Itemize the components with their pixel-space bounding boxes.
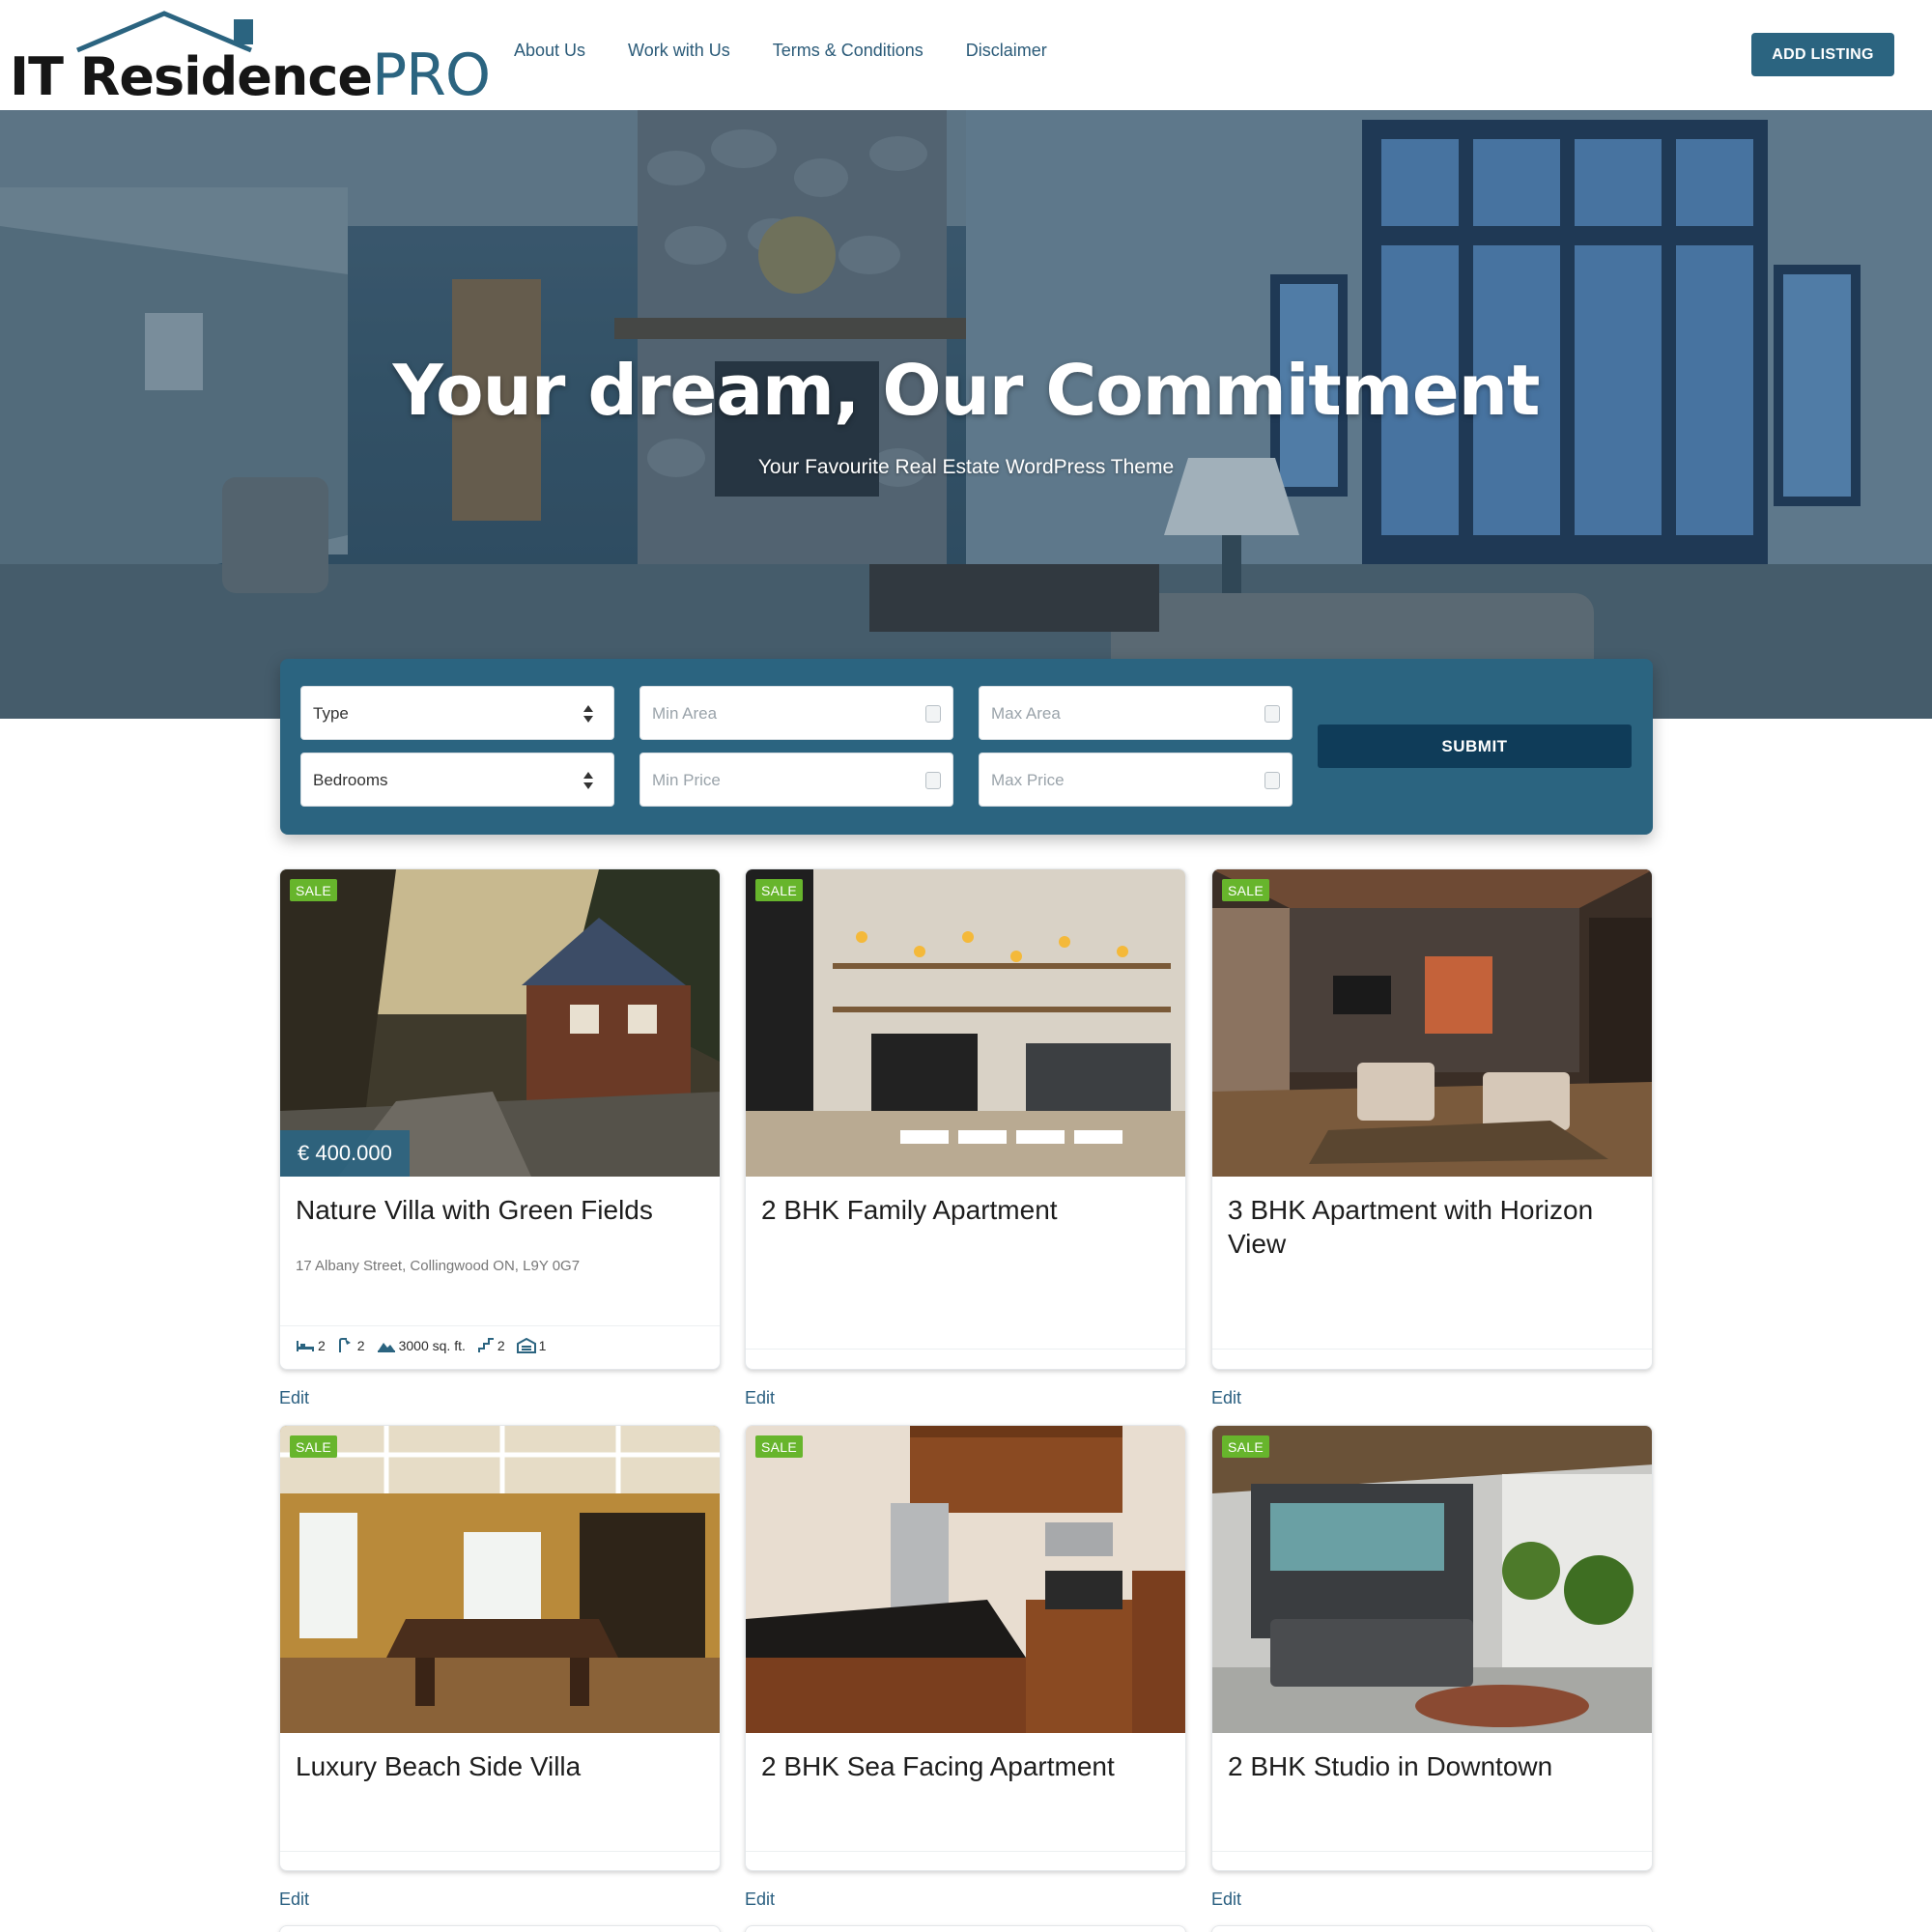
select-arrows-icon [583, 772, 593, 789]
edit-link[interactable]: Edit [279, 1388, 309, 1408]
listing-title[interactable]: 2 BHK Studio in Downtown [1228, 1749, 1638, 1783]
sale-badge: SALE [755, 1435, 803, 1458]
listing-address: 17 Albany Street, Collingwood ON, L9Y 0G… [296, 1258, 581, 1274]
min-area-input[interactable]: Min Area [639, 686, 953, 740]
nav-work-with-us[interactable]: Work with Us [628, 41, 730, 61]
shower-icon [338, 1338, 351, 1352]
billiard-room-photo-image [280, 1426, 720, 1733]
edit-link[interactable]: Edit [279, 1889, 309, 1910]
living-room-photo-image [1212, 869, 1652, 1177]
bedrooms-select-value: Bedrooms [313, 771, 388, 789]
nav-terms-conditions[interactable]: Terms & Conditions [773, 41, 923, 61]
listing-image[interactable]: SALE € 400.000 [280, 869, 720, 1177]
listing-meta: 2 2 3000 sq. ft. 2 1 [296, 1338, 546, 1353]
garage-meta: 1 [516, 1338, 547, 1353]
floors-meta: 2 [477, 1338, 505, 1353]
site-logo[interactable]: IT ResidencePRO [10, 8, 491, 107]
edit-link[interactable]: Edit [745, 1388, 775, 1408]
listing-card[interactable]: SALE 3 BHK Apartment with Horizon View [1211, 868, 1653, 1370]
stairs-icon [477, 1338, 494, 1352]
min-area-placeholder: Min Area [652, 704, 718, 723]
select-arrows-icon [583, 705, 593, 723]
bathrooms-meta: 2 [337, 1338, 365, 1353]
floors-count: 2 [497, 1338, 505, 1353]
listing-image[interactable]: SALE [1212, 869, 1652, 1177]
listing-card[interactable] [279, 1925, 721, 1932]
number-spinner-icon[interactable] [925, 705, 941, 723]
sale-badge: SALE [290, 879, 337, 901]
sale-badge: SALE [1222, 879, 1269, 901]
listing-image[interactable]: SALE [1212, 1426, 1652, 1733]
listing-title[interactable]: Nature Villa with Green Fields [296, 1193, 706, 1227]
bedrooms-count: 2 [318, 1338, 326, 1353]
number-spinner-icon[interactable] [1264, 772, 1280, 789]
listing-price: € 400.000 [280, 1130, 410, 1177]
area-meta: 3000 sq. ft. [377, 1338, 466, 1353]
property-search-form: Type Bedrooms Min Area Min Price Max Are… [280, 659, 1653, 835]
sale-badge: SALE [290, 1435, 337, 1458]
logo-text-it: IT [10, 46, 80, 107]
listing-title[interactable]: 2 BHK Family Apartment [761, 1193, 1172, 1227]
edit-link[interactable]: Edit [745, 1889, 775, 1910]
area-value: 3000 sq. ft. [398, 1338, 466, 1353]
listing-card[interactable] [745, 1925, 1186, 1932]
sale-badge: SALE [1222, 1435, 1269, 1458]
max-price-input[interactable]: Max Price [979, 753, 1293, 807]
listing-card[interactable]: SALE € 400.000 Nature Villa with Green F… [279, 868, 721, 1370]
listing-image[interactable]: SALE [746, 869, 1185, 1177]
number-spinner-icon[interactable] [1264, 705, 1280, 723]
listing-card[interactable] [1211, 1925, 1653, 1932]
site-header: IT ResidencePRO About Us Work with Us Te… [0, 0, 1932, 110]
bed-icon [297, 1341, 314, 1351]
submit-button[interactable]: SUBMIT [1318, 724, 1632, 768]
listing-card[interactable]: SALE 2 BHK Family Apartment [745, 868, 1186, 1370]
hero-banner: Your dream, Our Commitment Your Favourit… [0, 110, 1932, 719]
max-area-input[interactable]: Max Area [979, 686, 1293, 740]
kitchen-photo-image [746, 1426, 1185, 1733]
logo-text-pro: PRO [371, 42, 491, 109]
area-icon [377, 1343, 395, 1352]
nav-disclaimer[interactable]: Disclaimer [966, 41, 1047, 61]
garage-icon [516, 1338, 536, 1353]
listing-card[interactable]: SALE 2 BHK Sea Facing Apartment [745, 1425, 1186, 1871]
listing-title[interactable]: 3 BHK Apartment with Horizon View [1228, 1193, 1638, 1261]
listing-title[interactable]: Luxury Beach Side Villa [296, 1749, 706, 1783]
hero-title: Your dream, Our Commitment [392, 350, 1541, 431]
garage-count: 1 [538, 1338, 547, 1353]
add-listing-button[interactable]: ADD LISTING [1751, 33, 1894, 76]
listing-image[interactable]: SALE [746, 1426, 1185, 1733]
listing-card[interactable]: SALE Luxury Beach Side Villa [279, 1425, 721, 1871]
max-price-placeholder: Max Price [991, 771, 1065, 789]
cafe-counter-photo-image [746, 869, 1185, 1177]
logo-text-residence: Residence [79, 46, 373, 107]
bedrooms-select[interactable]: Bedrooms [300, 753, 614, 807]
bedroom-photo-image [1212, 1426, 1652, 1733]
min-price-placeholder: Min Price [652, 771, 721, 789]
bedrooms-meta: 2 [296, 1338, 326, 1353]
main-nav: About Us Work with Us Terms & Conditions… [514, 41, 1047, 61]
nav-about-us[interactable]: About Us [514, 41, 585, 61]
hero-subtitle: Your Favourite Real Estate WordPress The… [757, 456, 1175, 478]
bathrooms-count: 2 [356, 1338, 365, 1353]
edit-link[interactable]: Edit [1211, 1388, 1241, 1408]
listing-title[interactable]: 2 BHK Sea Facing Apartment [761, 1749, 1172, 1783]
min-price-input[interactable]: Min Price [639, 753, 953, 807]
type-select-value: Type [313, 704, 349, 723]
listing-image[interactable]: SALE [280, 1426, 720, 1733]
listing-card[interactable]: SALE 2 BHK Studio in Downtown [1211, 1425, 1653, 1871]
max-area-placeholder: Max Area [991, 704, 1061, 723]
number-spinner-icon[interactable] [925, 772, 941, 789]
type-select[interactable]: Type [300, 686, 614, 740]
sale-badge: SALE [755, 879, 803, 901]
edit-link[interactable]: Edit [1211, 1889, 1241, 1910]
